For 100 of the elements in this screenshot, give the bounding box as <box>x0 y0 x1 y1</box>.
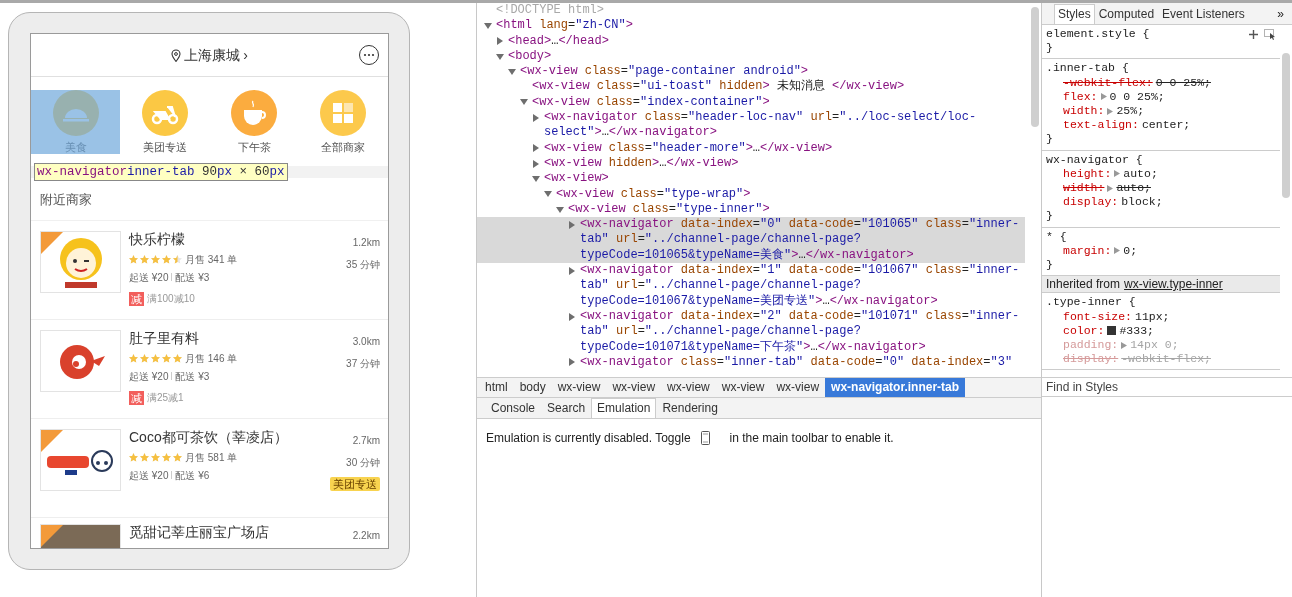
location-label[interactable]: 上海康城 <box>184 44 241 66</box>
scrollbar-thumb[interactable] <box>1282 53 1290 198</box>
dom-tree-row[interactable]: <body> <box>477 48 1025 65</box>
mobile-device-icon[interactable] <box>700 431 710 445</box>
dom-node-markup[interactable]: <wx-view hidden>…</wx-view> <box>544 155 739 172</box>
element-state-icon[interactable] <box>1264 28 1276 40</box>
css-value[interactable]: block; <box>1121 195 1163 210</box>
css-value[interactable]: auto; <box>1123 166 1158 182</box>
expand-arrow-icon[interactable] <box>1114 247 1121 255</box>
dom-node-markup[interactable]: <head>…</head> <box>508 33 609 49</box>
breadcrumb-item[interactable]: wx-view <box>551 378 607 397</box>
category-tab[interactable]: 下午茶 <box>209 90 299 154</box>
collapse-arrow-icon[interactable] <box>496 52 504 61</box>
collapse-arrow-icon[interactable] <box>508 67 516 76</box>
expand-arrow-icon[interactable] <box>496 37 504 46</box>
dom-node-markup[interactable]: <body> <box>508 48 552 65</box>
dom-node-markup[interactable]: <wx-view class="header-more">…</wx-view> <box>544 140 833 156</box>
css-value[interactable]: #333; <box>1119 323 1154 339</box>
dom-node-markup[interactable]: <wx-view class="index-container"> <box>532 94 770 111</box>
dom-node-markup[interactable]: <wx-navigator data-index="2" data-code="101071" class="inner-tab" url="../channel-page/channel-page?typeCode=101071&typeName=下午茶">…</wx-navigator> <box>580 308 1025 355</box>
css-property[interactable]: flex: <box>1063 89 1098 104</box>
shop-card[interactable]: 快乐柠檬 月售 341 单 起送 ¥20 配送 ¥3 减 满100减10 1.2km 35 分钟 <box>31 220 388 320</box>
css-property[interactable]: width: <box>1063 181 1105 196</box>
shop-card[interactable]: Coco都可茶饮（莘凌店） 月售 581 单 起送 ¥20 配送 ¥6 2.7km 30 分钟 美团专送 <box>31 418 388 518</box>
category-tab[interactable]: 全部商家 <box>298 90 388 154</box>
dom-tree-row[interactable]: <html lang="zh-CN"> <box>477 18 1025 34</box>
dom-node-markup[interactable]: <wx-navigator class="inner-tab" data-code="0" data-index="3" <box>580 354 1013 371</box>
location-pin-icon[interactable] <box>171 48 182 62</box>
css-property[interactable]: margin: <box>1063 243 1112 259</box>
styles-tab[interactable]: Computed <box>1094 4 1159 24</box>
drawer-tab[interactable]: Rendering <box>656 398 724 418</box>
collapse-arrow-icon[interactable] <box>544 190 552 199</box>
expand-arrow-icon[interactable] <box>1100 93 1107 101</box>
breadcrumb-item[interactable]: html <box>479 378 514 397</box>
add-icon[interactable] <box>1249 29 1258 39</box>
breadcrumb-item[interactable]: wx-view <box>606 378 662 397</box>
chevron-icon[interactable]: › <box>243 44 248 66</box>
css-property[interactable]: display: <box>1063 195 1119 210</box>
expand-arrow-icon[interactable] <box>532 159 540 168</box>
css-value[interactable]: auto; <box>1116 181 1151 196</box>
expand-arrow-icon[interactable] <box>568 358 576 367</box>
drawer-tab[interactable]: Emulation <box>591 398 657 418</box>
dom-tree-row[interactable]: <wx-view class="index-container"> <box>477 94 1025 111</box>
css-value[interactable]: center; <box>1141 118 1191 133</box>
dom-tree-row[interactable]: <wx-view> <box>477 171 1025 187</box>
shop-card[interactable]: 肚子里有料 月售 146 单 起送 ¥20 配送 ¥3 减 满25减1 3.0km 37 分钟 <box>31 319 388 419</box>
breadcrumb-item[interactable]: wx-navigator.inner-tab <box>825 378 966 397</box>
dom-node-markup[interactable]: <wx-view class="type-inner"> <box>568 201 770 218</box>
breadcrumb-item[interactable]: body <box>513 378 552 397</box>
dom-tree-row[interactable]: <wx-navigator data-index="1" data-code="101067" class="inner-tab" url="../channel-page/channel-page?typeCode=101067&typeName=美团专送">…</wx-navigator> <box>477 263 1025 309</box>
css-value[interactable]: 0; <box>1123 243 1138 259</box>
expand-arrow-icon[interactable] <box>568 266 576 275</box>
dom-tree-row[interactable]: <wx-navigator data-index="0" data-code="101065" class="inner-tab" url="../channel-page/channel-page?typeCode=101065&typeName=美食">…</wx-navigator> <box>477 217 1025 264</box>
expand-arrow-icon[interactable] <box>532 144 540 153</box>
scrollbar-thumb[interactable] <box>1031 7 1039 127</box>
drawer-tab[interactable]: Console <box>485 398 542 418</box>
dom-node-markup[interactable]: <wx-view> <box>544 171 609 187</box>
collapse-arrow-icon[interactable] <box>520 98 528 107</box>
dom-node-markup[interactable]: <wx-navigator data-index="0" data-code="101065" class="inner-tab" url="../channel-page/channel-page?typeCode=101065&typeName=美食">…</wx-navigator> <box>580 217 1025 264</box>
collapse-arrow-icon[interactable] <box>484 21 492 30</box>
drawer-tab[interactable]: Search <box>541 398 592 418</box>
css-property[interactable]: color: <box>1063 323 1105 339</box>
dom-node-markup[interactable]: <wx-navigator data-index="1" data-code="101067" class="inner-tab" url="../channel-page/channel-page?typeCode=101067&typeName=美团专送">…</wx-navigator> <box>580 263 1025 309</box>
css-property[interactable]: height: <box>1063 166 1112 182</box>
more-icon[interactable] <box>363 53 375 57</box>
css-value[interactable]: 0 0 25%; <box>1109 89 1165 104</box>
breadcrumb-item[interactable]: wx-view <box>770 378 826 397</box>
more-tabs-icon[interactable]: » <box>1277 4 1284 23</box>
expand-arrow-icon[interactable] <box>1121 341 1128 349</box>
styles-tab[interactable]: Event Listeners <box>1158 4 1249 24</box>
shop-card[interactable]: 觅甜记莘庄丽宝广场店 2.2km <box>31 517 388 548</box>
category-tab[interactable]: 美团专送 <box>120 90 210 154</box>
dom-node-markup[interactable]: <wx-view class="page-container android"> <box>520 64 809 80</box>
dom-node-markup[interactable]: <wx-view class="ui-toast" hidden> 未知消息 </wx-view> <box>532 79 905 95</box>
breadcrumb-item[interactable]: wx-view <box>715 378 771 397</box>
dom-tree-row[interactable]: <wx-navigator class="inner-tab" data-code="0" data-index="3" <box>477 354 1025 371</box>
dom-tree-row[interactable]: <wx-view class="type-wrap"> <box>477 186 1025 202</box>
dom-node-markup[interactable]: <wx-view class="type-wrap"> <box>556 186 751 202</box>
css-property[interactable]: font-size: <box>1063 309 1132 324</box>
css-value[interactable]: 0 0 25%; <box>1155 75 1211 90</box>
css-value[interactable]: 11px; <box>1135 309 1170 324</box>
css-property[interactable]: width: <box>1063 104 1105 119</box>
expand-arrow-icon[interactable] <box>1107 184 1114 192</box>
expand-arrow-icon[interactable] <box>532 113 540 122</box>
expand-arrow-icon[interactable] <box>568 312 576 321</box>
dom-tree-row[interactable]: <wx-view class="page-container android"> <box>477 64 1025 80</box>
css-value[interactable]: 25%; <box>1116 104 1145 119</box>
expand-arrow-icon[interactable] <box>1107 107 1114 115</box>
breadcrumb-item[interactable]: wx-view <box>661 378 716 397</box>
collapse-arrow-icon[interactable] <box>556 205 564 214</box>
expand-arrow-icon[interactable] <box>568 220 576 229</box>
dom-tree-row[interactable]: <wx-view class="header-more">…</wx-view> <box>477 140 1025 156</box>
css-property[interactable]: -webkit-flex: <box>1063 75 1153 90</box>
inherited-link[interactable]: wx-view.type-inner <box>1124 277 1223 292</box>
expand-arrow-icon[interactable] <box>1114 170 1121 178</box>
collapse-arrow-icon[interactable] <box>532 174 540 183</box>
dom-node-markup[interactable]: <html lang="zh-CN"> <box>496 18 633 34</box>
color-swatch[interactable] <box>1107 326 1117 336</box>
dom-tree-row[interactable]: <wx-view class="type-inner"> <box>477 201 1025 218</box>
styles-tab[interactable]: Styles <box>1054 4 1095 24</box>
